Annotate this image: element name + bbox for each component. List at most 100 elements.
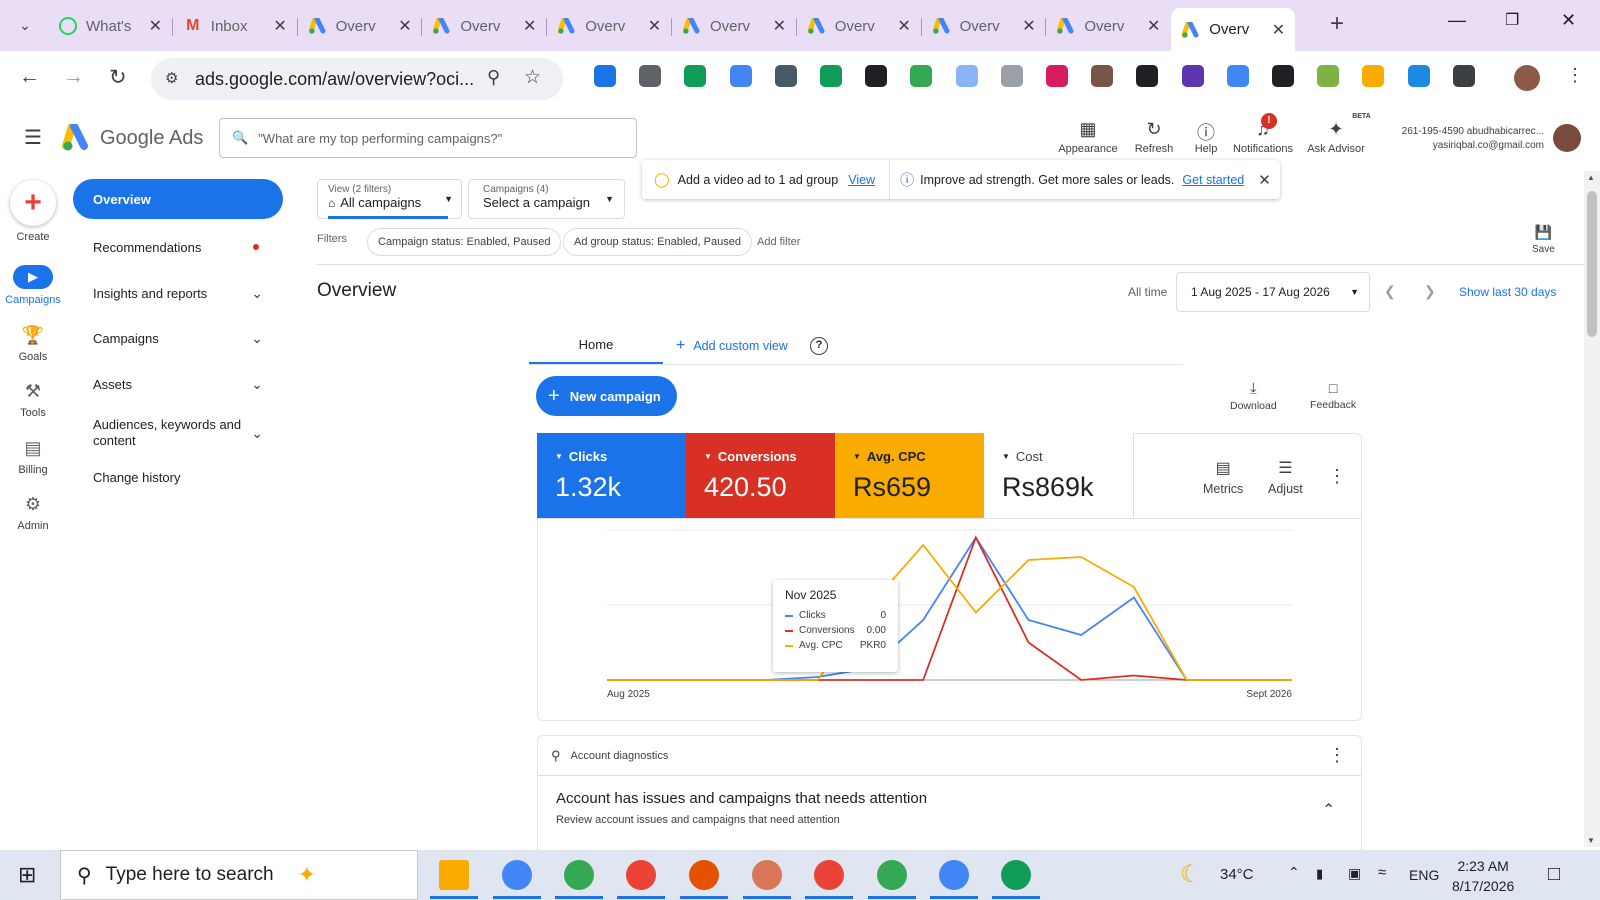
metric-dropdown-icon[interactable]: ▼ [1002, 452, 1010, 461]
sidebar-item-insights-and-reports[interactable]: Insights and reports ⌄ [73, 278, 283, 308]
add-filter-button[interactable]: Add filter [757, 236, 800, 248]
close-tab-icon[interactable]: ✕ [149, 16, 162, 36]
extension-icon[interactable] [1091, 65, 1114, 87]
sidebar-item-audiences-keywords-and-content[interactable]: Audiences, keywords and content ⌄ [73, 412, 283, 454]
chevron-down-icon[interactable]: ⌄ [251, 285, 263, 302]
close-tab-icon[interactable]: ✕ [523, 16, 536, 36]
rail-goals[interactable]: 🏆 Goals [0, 325, 66, 363]
show-last-30-days[interactable]: Show last 30 days [1459, 285, 1556, 299]
rail-create[interactable]: + Create [0, 180, 66, 243]
new-campaign-button[interactable]: + New campaign [536, 376, 677, 416]
help-circle-icon[interactable]: ? [810, 337, 828, 355]
site-info-icon[interactable]: ⚙ [165, 69, 178, 87]
header-appearance-button[interactable]: ▦ Appearance [1058, 119, 1117, 155]
extension-icon[interactable] [1272, 65, 1294, 87]
view-link[interactable]: View [848, 173, 875, 187]
rail-billing[interactable]: ▤ Billing [0, 438, 66, 476]
browser-tab[interactable]: Overv ✕ [1171, 8, 1296, 51]
browser-tab[interactable]: Overv ✕ [1046, 8, 1170, 44]
extension-icon[interactable] [820, 65, 842, 87]
extension-icon[interactable] [684, 65, 707, 87]
chrome-window-icon[interactable] [493, 860, 541, 899]
browser-tab[interactable]: Overv ✕ [922, 8, 1046, 44]
wifi-icon[interactable]: ≈ [1378, 864, 1386, 881]
chrome-window-icon[interactable] [680, 860, 728, 899]
sidebar-item-recommendations[interactable]: Recommendations [73, 232, 283, 262]
close-tab-icon[interactable]: ✕ [1022, 16, 1035, 36]
sidebar-item-campaigns[interactable]: Campaigns ⌄ [73, 323, 283, 353]
sidebar-item-assets[interactable]: Assets ⌄ [73, 369, 283, 399]
browser-tab[interactable]: M Inbox ✕ [173, 8, 297, 44]
extension-icon[interactable] [1181, 65, 1204, 87]
sidebar-item-change-history[interactable]: Change history [73, 462, 283, 492]
reload-button[interactable]: ↻ [109, 65, 127, 90]
browser-tab[interactable]: Overv ✕ [797, 8, 921, 44]
adjust-button[interactable]: ☰ Adjust [1268, 458, 1303, 496]
header-ask-advisor-button[interactable]: ✦ Ask Advisor BETA [1307, 113, 1370, 155]
extension-icon[interactable] [1000, 65, 1023, 87]
feedback-button[interactable]: □ Feedback [1310, 380, 1356, 411]
metric-tile-cost[interactable]: ▼ Cost Rs869k [984, 433, 1133, 518]
page-scrollbar[interactable]: ▲ ▼ [1584, 171, 1600, 847]
notification-center-icon[interactable]: □ [1548, 863, 1560, 886]
metric-tile-conversions[interactable]: ▼ Conversions 420.50 [686, 433, 835, 518]
extension-icon[interactable] [865, 65, 888, 87]
chevron-down-icon[interactable]: ⌄ [251, 376, 263, 393]
close-tab-icon[interactable]: ✕ [273, 16, 286, 36]
close-window-button[interactable]: ✕ [1561, 10, 1576, 31]
clock[interactable]: 2:23 AM 8/17/2026 [1452, 856, 1514, 896]
restore-button[interactable]: ❐ [1505, 10, 1519, 30]
new-tab-button[interactable]: + [1330, 10, 1344, 38]
file-explorer-icon[interactable] [430, 860, 478, 899]
header-help-button[interactable]: ⓘ Help [1195, 119, 1218, 155]
extension-icon[interactable] [1452, 65, 1475, 87]
close-tab-icon[interactable]: ✕ [648, 16, 661, 36]
campaign-select[interactable]: Campaigns (4) Select a campaign ▼ [468, 179, 625, 219]
chrome-window-icon[interactable] [992, 860, 1040, 899]
close-tab-icon[interactable]: ✕ [1272, 20, 1285, 40]
rail-campaigns[interactable]: ▶ Campaigns [0, 265, 66, 306]
claude-app-icon[interactable] [743, 860, 791, 899]
close-tab-icon[interactable]: ✕ [398, 16, 411, 36]
account-info[interactable]: 261-195-4590 abudhabicarrec... yasiriqba… [1390, 125, 1544, 153]
chevron-down-icon[interactable]: ⌄ [251, 425, 263, 442]
more-options-icon[interactable]: ⋮ [1328, 466, 1346, 487]
extension-icon[interactable] [955, 65, 978, 87]
extension-icon[interactable] [1046, 65, 1068, 87]
sidebar-item-overview[interactable]: Overview [73, 179, 283, 219]
rail-tools[interactable]: ⚒ Tools [0, 381, 66, 419]
display-icon[interactable]: ▣ [1348, 865, 1361, 882]
minimize-button[interactable]: — [1448, 10, 1466, 31]
view-filter-select[interactable]: View (2 filters) ⌂ All campaigns ▼ [317, 179, 462, 219]
download-button[interactable]: ⤓ Download [1230, 380, 1277, 412]
add-custom-view-button[interactable]: + Add custom view [676, 337, 788, 355]
battery-icon[interactable]: ▮ [1316, 866, 1323, 882]
close-tab-icon[interactable]: ✕ [897, 16, 910, 36]
metrics-button[interactable]: ▤ Metrics [1203, 458, 1243, 496]
account-avatar[interactable] [1553, 124, 1581, 152]
diagnostics-title[interactable]: Account has issues and campaigns that ne… [556, 790, 927, 807]
extension-icon[interactable] [1136, 65, 1159, 87]
weather-temp[interactable]: 34°C [1220, 866, 1254, 883]
tray-chevron-icon[interactable]: ⌃ [1288, 864, 1300, 881]
extension-icon[interactable] [1317, 65, 1340, 87]
browser-menu-icon[interactable]: ⋮ [1566, 65, 1584, 86]
chrome-window-icon[interactable] [617, 860, 665, 899]
extension-icon[interactable] [639, 65, 662, 87]
tab-search-dropdown[interactable]: ⌄ [14, 12, 36, 38]
next-period-icon[interactable]: ❯ [1424, 283, 1436, 300]
extension-icon[interactable] [910, 65, 933, 87]
scrollbar-thumb[interactable] [1587, 191, 1597, 337]
chevron-down-icon[interactable]: ⌄ [251, 330, 263, 347]
extension-icon[interactable] [774, 65, 797, 87]
metric-tile-clicks[interactable]: ▼ Clicks 1.32k [537, 433, 686, 518]
browser-tab[interactable]: Overv ✕ [547, 8, 671, 44]
windows-start-icon[interactable]: ⊞ [18, 862, 36, 888]
tab-home[interactable]: Home [529, 331, 663, 365]
browser-tab[interactable]: Overv ✕ [672, 8, 796, 44]
date-range-picker[interactable]: 1 Aug 2025 - 17 Aug 2026 ▼ [1176, 272, 1370, 312]
metric-dropdown-icon[interactable]: ▼ [704, 452, 712, 461]
metric-tile-avg-cpc[interactable]: ▼ Avg. CPC Rs659 [835, 433, 984, 518]
metric-dropdown-icon[interactable]: ▼ [853, 452, 861, 461]
diagnostics-menu-icon[interactable]: ⋮ [1328, 745, 1346, 766]
